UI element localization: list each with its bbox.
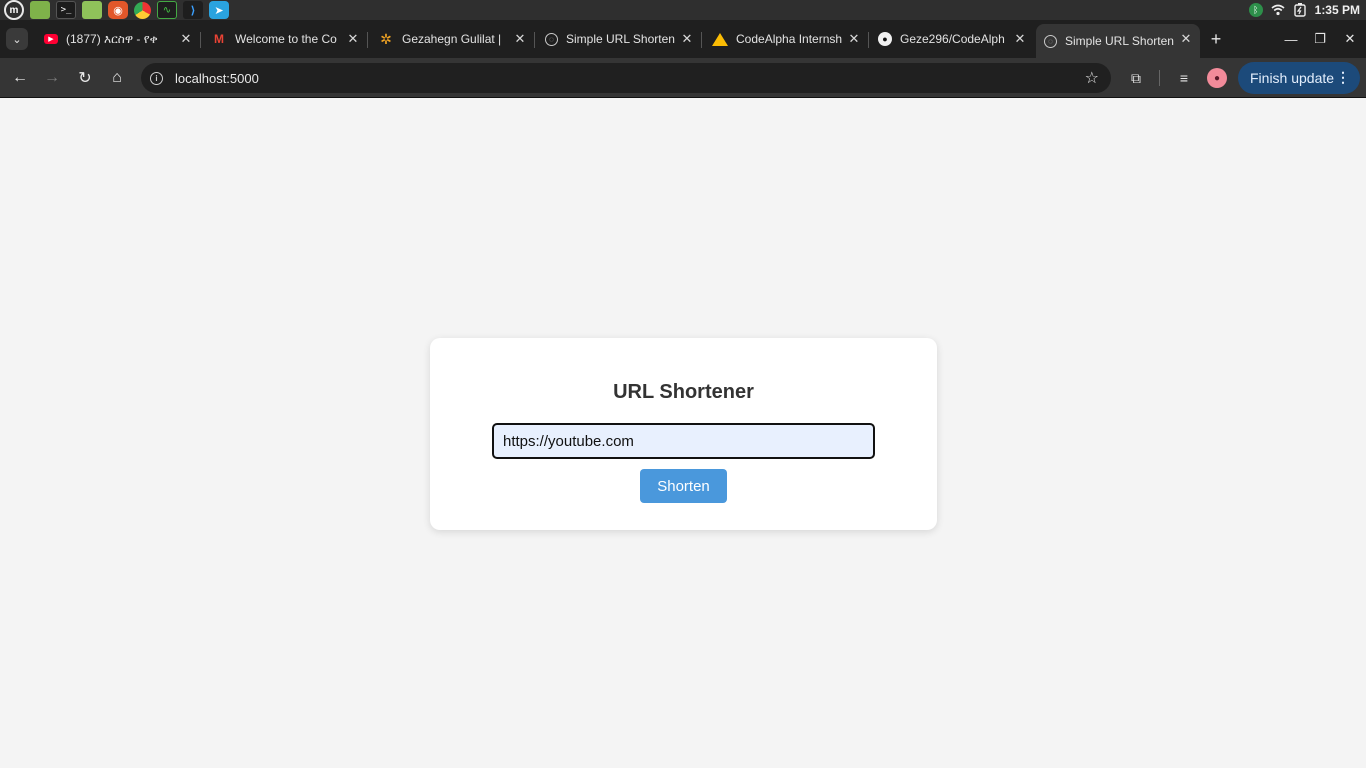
tab-title: CodeAlpha Internsh xyxy=(736,32,843,46)
tab-title: Geze296/CodeAlph xyxy=(900,32,1005,46)
more-vert-icon: ⋮ xyxy=(1336,69,1350,85)
tab-url-shortener-active[interactable]: ◌ Simple URL Shorten ✕ xyxy=(1036,24,1200,58)
profile-avatar[interactable]: ● xyxy=(1207,68,1227,88)
tab-gezahegn[interactable]: ✲ Gezahegn Gulilat | ✕ xyxy=(370,24,535,54)
chevron-down-icon: ⌄ xyxy=(12,33,22,46)
clock[interactable]: 1:35 PM xyxy=(1315,3,1360,17)
software-manager-icon[interactable]: ◉ xyxy=(108,1,128,19)
url-input[interactable] xyxy=(492,423,875,459)
tab-separator xyxy=(701,32,702,48)
tab-separator xyxy=(200,32,201,48)
os-launcher: m >_ ◉ ∿ ⟩ ➤ xyxy=(0,0,229,20)
home-button[interactable]: ⌂ xyxy=(103,64,131,92)
browser-toolbar: ← → ↻ ⌂ i localhost:5000 ☆ ⧉ ≡ ● Finish … xyxy=(0,58,1366,98)
tab-url-shortener-1[interactable]: ◌ Simple URL Shorten ✕ xyxy=(537,24,702,54)
files-icon[interactable] xyxy=(82,1,102,19)
close-icon[interactable]: ✕ xyxy=(679,31,695,47)
star-logo-icon: ✲ xyxy=(380,30,392,47)
globe-icon: ◌ xyxy=(1044,34,1057,48)
plus-icon: + xyxy=(1210,28,1222,49)
google-drive-icon xyxy=(712,32,728,46)
browser-tab-strip: ⌄ ▶ (1877) እርስዋ - የቀ ✕ M Welcome to the … xyxy=(0,20,1366,58)
close-icon[interactable]: ✕ xyxy=(512,31,528,47)
profile-icon: ● xyxy=(1213,72,1221,84)
arrow-right-icon: → xyxy=(44,69,60,86)
chrome-icon[interactable] xyxy=(134,1,151,19)
close-icon: ✕ xyxy=(1344,31,1356,46)
extensions-button[interactable]: ⧉ xyxy=(1125,67,1147,89)
finish-update-label: Finish update xyxy=(1250,70,1335,86)
playlist-icon: ≡ xyxy=(1179,70,1189,86)
gmail-icon: M xyxy=(214,32,224,46)
tab-title: (1877) እርስዋ - የቀ xyxy=(66,31,158,46)
os-top-panel: m >_ ◉ ∿ ⟩ ➤ ᛒ 1:35 PM xyxy=(0,0,1366,20)
vscode-icon[interactable]: ⟩ xyxy=(183,1,203,19)
bluetooth-icon[interactable]: ᛒ xyxy=(1248,3,1263,17)
tab-title: Gezahegn Gulilat | xyxy=(402,32,502,46)
restore-icon: ❐ xyxy=(1314,31,1326,46)
page-content: URL Shortener Shorten xyxy=(0,99,1366,768)
home-icon: ⌂ xyxy=(112,69,122,86)
address-bar-url[interactable]: localhost:5000 xyxy=(175,71,259,86)
battery-icon[interactable] xyxy=(1293,3,1307,17)
forward-button[interactable]: → xyxy=(38,64,66,92)
tab-separator xyxy=(367,32,368,48)
maximize-button[interactable]: ❐ xyxy=(1309,28,1331,50)
close-icon[interactable]: ✕ xyxy=(846,31,862,47)
tab-title: Simple URL Shorten xyxy=(1065,34,1174,48)
mint-menu-icon[interactable]: m xyxy=(4,0,24,20)
new-tab-button[interactable]: + xyxy=(1205,28,1227,50)
finish-update-button[interactable]: Finish update ⋮ xyxy=(1238,62,1360,94)
address-bar[interactable]: i localhost:5000 ☆ xyxy=(141,63,1111,93)
tab-separator xyxy=(534,32,535,48)
reload-icon: ↻ xyxy=(78,70,92,87)
youtube-icon: ▶ xyxy=(44,34,58,44)
close-icon[interactable]: ✕ xyxy=(178,31,194,47)
reading-list-button[interactable]: ≡ xyxy=(1173,67,1195,89)
minimize-icon: — xyxy=(1284,31,1298,47)
system-monitor-icon[interactable]: ∿ xyxy=(157,1,177,19)
back-button[interactable]: ← xyxy=(6,64,34,92)
tab-separator xyxy=(868,32,869,48)
reload-button[interactable]: ↻ xyxy=(71,64,99,92)
wifi-icon[interactable] xyxy=(1271,3,1285,17)
page-title: URL Shortener xyxy=(613,381,754,403)
terminal-icon[interactable]: >_ xyxy=(56,1,76,19)
shorten-button[interactable]: Shorten xyxy=(640,469,727,503)
tab-codealpha-drive[interactable]: CodeAlpha Internsh ✕ xyxy=(704,24,869,54)
tab-youtube[interactable]: ▶ (1877) እርስዋ - የቀ ✕ xyxy=(36,24,201,54)
globe-icon: ◌ xyxy=(545,32,558,46)
shortener-card: URL Shortener Shorten xyxy=(430,338,937,530)
minimize-button[interactable]: — xyxy=(1280,28,1302,50)
tab-title: Welcome to the Co xyxy=(235,32,337,46)
tab-gmail[interactable]: M Welcome to the Co ✕ xyxy=(203,24,368,54)
github-icon: ● xyxy=(878,32,892,46)
close-icon[interactable]: ✕ xyxy=(1012,31,1028,47)
show-desktop-icon[interactable] xyxy=(30,1,50,19)
tab-github[interactable]: ● Geze296/CodeAlph ✕ xyxy=(870,24,1034,54)
system-tray: ᛒ 1:35 PM xyxy=(1248,0,1366,20)
puzzle-icon: ⧉ xyxy=(1131,69,1141,86)
bookmark-star-icon[interactable]: ☆ xyxy=(1085,68,1099,88)
site-info-icon[interactable]: i xyxy=(150,71,163,85)
close-window-button[interactable]: ✕ xyxy=(1339,28,1361,50)
telegram-icon[interactable]: ➤ xyxy=(209,1,229,19)
arrow-left-icon: ← xyxy=(12,69,28,86)
close-icon[interactable]: ✕ xyxy=(345,31,361,47)
tab-search-button[interactable]: ⌄ xyxy=(6,28,28,50)
toolbar-divider xyxy=(1159,70,1160,86)
close-icon[interactable]: ✕ xyxy=(1178,31,1194,47)
tab-title: Simple URL Shorten xyxy=(566,32,675,46)
